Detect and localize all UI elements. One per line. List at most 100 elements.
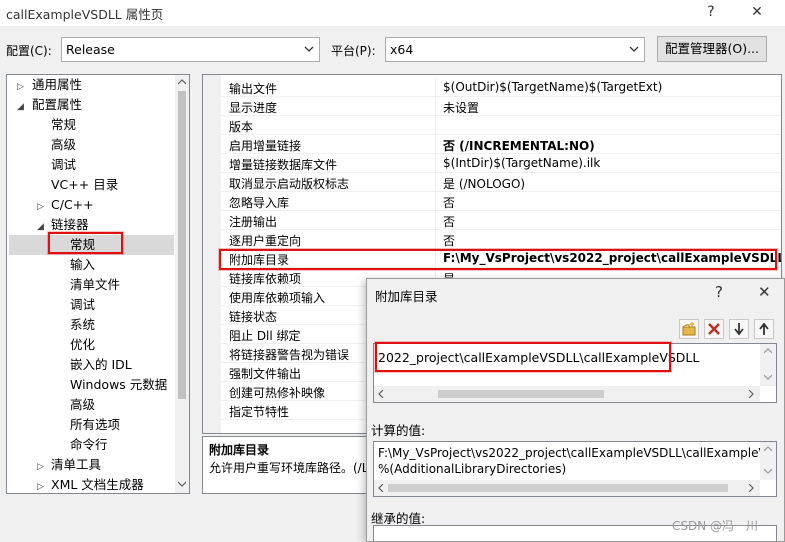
scroll-down-icon[interactable] xyxy=(764,374,772,380)
collapse-arrow-icon[interactable]: ◢ xyxy=(17,102,24,112)
dialog-close-button[interactable]: ✕ xyxy=(758,283,771,301)
property-value[interactable]: 否 xyxy=(443,194,455,211)
property-value[interactable]: 否 (/INCREMENTAL:NO) xyxy=(443,137,595,154)
config-label: 配置(C): xyxy=(6,44,52,58)
computed-vscrollbar[interactable] xyxy=(760,442,776,480)
property-name: 版本 xyxy=(229,120,254,134)
move-up-button[interactable] xyxy=(754,319,774,339)
property-row[interactable]: 增量链接数据库文件 $(IntDir)$(TargetName).ilk xyxy=(221,154,781,173)
platform-value: x64 xyxy=(390,42,414,57)
list-vscrollbar[interactable] xyxy=(760,344,776,386)
column-divider xyxy=(435,97,436,116)
scroll-left-icon[interactable] xyxy=(378,484,384,492)
tree-item-advanced[interactable]: 高级 xyxy=(51,135,76,155)
property-value[interactable]: F:\My_VsProject\vs2022_project\callExamp… xyxy=(443,251,781,265)
tree-item-system[interactable]: 系统 xyxy=(70,315,95,335)
tree-item-manifest-tool[interactable]: 清单工具 xyxy=(51,455,101,475)
scroll-up-icon[interactable] xyxy=(764,446,772,452)
property-row[interactable]: 注册输出 否 xyxy=(221,211,781,230)
collapse-arrow-icon[interactable]: ◢ xyxy=(37,222,44,232)
column-divider xyxy=(435,211,436,230)
scroll-down-icon[interactable] xyxy=(764,468,772,474)
expand-arrow-icon[interactable]: ▷ xyxy=(37,462,44,472)
move-down-button[interactable] xyxy=(729,319,749,339)
property-name: 链接状态 xyxy=(229,310,278,324)
scroll-right-icon[interactable] xyxy=(748,484,754,492)
property-value[interactable]: 是 (/NOLOGO) xyxy=(443,175,525,192)
tree-item-linker-debugging[interactable]: 调试 xyxy=(70,295,95,315)
tree-item-debugging[interactable]: 调试 xyxy=(51,155,76,175)
tree-item-command-line[interactable]: 命令行 xyxy=(70,435,108,455)
tree-item-windows-metadata[interactable]: Windows 元数据 xyxy=(70,375,167,395)
directory-list[interactable]: 2022_project\callExampleVSDLL\callExampl… xyxy=(373,343,777,403)
tree-item-cpp[interactable]: C/C++ xyxy=(51,195,94,215)
list-hscrollbar-thumb[interactable] xyxy=(438,390,604,398)
directory-entry[interactable]: 2022_project\callExampleVSDLL\callExampl… xyxy=(378,350,699,365)
tree-item-general[interactable]: 常规 xyxy=(51,115,76,135)
title-bar: callExampleVSDLL 属性页 ? ✕ xyxy=(0,0,785,26)
property-value[interactable]: 未设置 xyxy=(443,99,479,116)
scroll-up-icon[interactable] xyxy=(178,79,186,85)
chevron-down-icon xyxy=(629,46,639,52)
computed-hscrollbar[interactable] xyxy=(374,480,760,496)
tree-item-xml-doc-generator[interactable]: XML 文档生成器 xyxy=(51,475,144,493)
property-value[interactable]: 否 xyxy=(443,232,455,249)
property-row[interactable]: 版本 xyxy=(221,116,781,135)
delete-icon xyxy=(708,323,720,335)
tree-item-common-props[interactable]: 通用属性 xyxy=(32,75,82,95)
tree-scrollbar[interactable] xyxy=(175,75,189,493)
property-name: 启用增量链接 xyxy=(229,139,302,153)
tree-item-all-options[interactable]: 所有选项 xyxy=(70,415,120,435)
platform-dropdown[interactable]: x64 xyxy=(385,37,645,62)
property-value[interactable]: 否 xyxy=(443,213,455,230)
property-name: 取消显示启动版权标志 xyxy=(229,177,350,191)
help-button[interactable]: ? xyxy=(696,2,726,22)
column-divider xyxy=(435,192,436,211)
tree-item-vc-directories[interactable]: VC++ 目录 xyxy=(51,175,118,195)
dialog-help-button[interactable]: ? xyxy=(715,283,723,301)
list-hscrollbar[interactable] xyxy=(374,386,760,402)
new-folder-icon xyxy=(682,322,696,336)
tree-item-embedded-idl[interactable]: 嵌入的 IDL xyxy=(70,355,132,375)
property-row-selected[interactable]: 附加库目录 F:\My_VsProject\vs2022_project\call… xyxy=(221,249,781,268)
scroll-down-icon[interactable] xyxy=(178,481,186,487)
tree-item-config-props[interactable]: 配置属性 xyxy=(32,95,82,115)
property-row[interactable]: 启用增量链接 否 (/INCREMENTAL:NO) xyxy=(221,135,781,154)
tree-item-manifest-file[interactable]: 清单文件 xyxy=(70,275,120,295)
scroll-right-icon[interactable] xyxy=(748,390,754,398)
tree-item-optimization[interactable]: 优化 xyxy=(70,335,95,355)
config-manager-button[interactable]: 配置管理器(O)... xyxy=(657,36,767,62)
delete-line-button[interactable] xyxy=(704,319,724,339)
expand-arrow-icon[interactable]: ▷ xyxy=(17,82,24,92)
close-button[interactable]: ✕ xyxy=(742,2,772,22)
dialog-title: 附加库目录 xyxy=(375,289,438,304)
property-row[interactable]: 忽略导入库 否 xyxy=(221,192,781,211)
property-name: 创建可热修补映像 xyxy=(229,386,326,400)
property-name: 链接库依赖项 xyxy=(229,272,302,286)
property-row[interactable]: 逐用户重定向 否 xyxy=(221,230,781,249)
config-dropdown[interactable]: Release xyxy=(61,37,320,62)
additional-lib-dirs-dialog: 附加库目录 ? ✕ 2022_project\callExampleVSDLL\… xyxy=(366,278,785,542)
property-value[interactable]: $(IntDir)$(TargetName).ilk xyxy=(443,156,600,170)
property-value[interactable]: $(OutDir)$(TargetName)$(TargetExt) xyxy=(443,80,662,94)
property-row[interactable]: 输出文件 $(OutDir)$(TargetName)$(TargetExt) xyxy=(221,78,781,97)
expand-arrow-icon[interactable]: ▷ xyxy=(37,202,44,212)
property-name: 使用库依赖项输入 xyxy=(229,291,326,305)
computed-hscrollbar-thumb[interactable] xyxy=(388,484,728,492)
column-divider xyxy=(435,116,436,135)
tree-item-linker[interactable]: 链接器 xyxy=(51,215,89,235)
description-title: 附加库目录 xyxy=(209,443,270,457)
scroll-up-icon[interactable] xyxy=(764,348,772,354)
expand-arrow-icon[interactable]: ▷ xyxy=(37,482,44,492)
new-line-button[interactable] xyxy=(679,319,699,339)
property-row[interactable]: 显示进度 未设置 xyxy=(221,97,781,116)
property-row[interactable]: 取消显示启动版权标志 是 (/NOLOGO) xyxy=(221,173,781,192)
tree-item-linker-general[interactable]: 常规 xyxy=(70,235,95,255)
tree-item-linker-advanced[interactable]: 高级 xyxy=(70,395,95,415)
tree-item-linker-input[interactable]: 输入 xyxy=(70,255,95,275)
arrow-down-icon xyxy=(734,323,744,336)
scroll-left-icon[interactable] xyxy=(378,390,384,398)
column-divider xyxy=(435,135,436,154)
property-name: 指定节特性 xyxy=(229,405,290,419)
tree-scrollbar-thumb[interactable] xyxy=(178,91,186,399)
